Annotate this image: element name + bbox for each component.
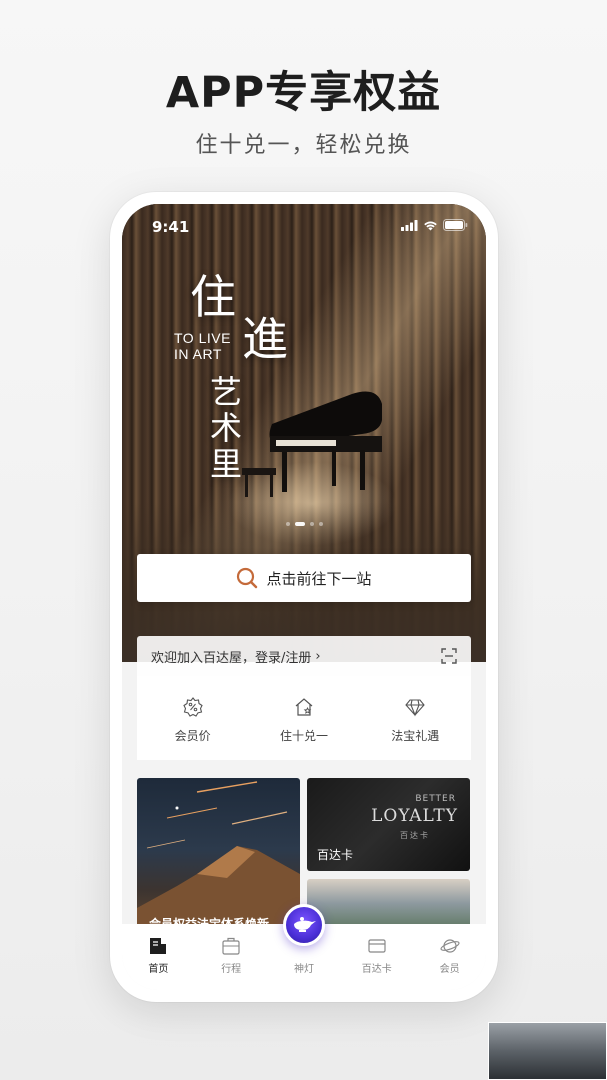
status-bar: 9:41 (122, 204, 486, 248)
house-star-icon (295, 697, 313, 716)
signal-icon (401, 219, 418, 231)
quick-action-member-price[interactable]: 会员价 (143, 696, 243, 744)
hero-title-char: 住 (190, 270, 236, 324)
hero-subtitle-char: 术 (210, 409, 243, 447)
hero-subtitle-char: 艺 (210, 373, 243, 411)
magic-lamp-icon (294, 917, 316, 932)
search-icon (237, 567, 258, 589)
tab-trips[interactable]: 行程 (201, 936, 261, 975)
quick-action-label: 会员价 (174, 728, 211, 743)
carousel-indicator[interactable] (122, 522, 486, 526)
login-prompt[interactable]: 欢迎加入百达屋，登录/注册 › (137, 636, 471, 676)
hero-title-char: 進 (242, 312, 288, 366)
status-icons (401, 219, 468, 231)
hero-english-line: IN ART (174, 346, 222, 362)
carousel-dot-active[interactable] (294, 522, 305, 526)
tab-card[interactable]: 百达卡 (347, 936, 407, 975)
tab-label: 行程 (221, 964, 242, 975)
home-icon (150, 938, 167, 954)
search-button[interactable]: 点击前往下一站 (137, 554, 471, 602)
loyalty-top-text: BETTER (415, 794, 456, 804)
wifi-icon (424, 221, 437, 230)
search-label: 点击前往下一站 (266, 569, 372, 588)
tab-home[interactable]: 首页 (128, 936, 188, 975)
login-prompt-text: 欢迎加入百达屋，登录/注册 (151, 650, 312, 666)
tab-label: 百达卡 (361, 964, 392, 975)
phone-frame: 9:41 住 進 TO LIVE IN ART 艺 术 里 点击前往下一站 欢迎… (110, 192, 498, 1002)
loyalty-main-text: LOYALTY (371, 806, 458, 826)
tab-label: 会员 (439, 964, 460, 975)
status-time: 9:41 (152, 218, 190, 236)
promo-card-loyalty[interactable]: BETTER LOYALTY 百达卡 百达卡 (307, 778, 470, 871)
luggage-icon (222, 937, 240, 955)
hero-subtitle-char: 里 (210, 445, 243, 483)
chevron-right-icon: › (315, 648, 321, 664)
planet-icon (440, 939, 460, 953)
quick-action-label: 住十兑一 (279, 728, 328, 743)
carousel-dot[interactable] (309, 522, 314, 526)
tab-label: 神灯 (293, 964, 314, 975)
promo-subline: 住十兑一，轻松兑换 (195, 133, 412, 158)
grand-piano-illustration (242, 391, 382, 497)
quick-actions: 会员价 住十兑一 法宝礼遇 (137, 676, 471, 760)
hero-english-line: TO LIVE (174, 330, 231, 346)
phone-screen: 9:41 住 進 TO LIVE IN ART 艺 术 里 点击前往下一站 欢迎… (122, 204, 486, 990)
quick-action-stay-ten[interactable]: 住十兑一 (254, 697, 354, 744)
card-icon (368, 939, 386, 953)
carousel-dot[interactable] (318, 522, 323, 526)
magic-lamp-button[interactable] (283, 904, 325, 946)
loyalty-sub-text: 百达卡 (400, 831, 430, 840)
meteor-mountain-illustration (137, 781, 300, 938)
battery-icon (443, 219, 468, 231)
quick-action-label: 法宝礼遇 (391, 728, 440, 743)
tab-member[interactable]: 会员 (420, 936, 480, 975)
quick-action-treasure[interactable]: 法宝礼遇 (365, 697, 465, 744)
discount-icon (182, 696, 203, 717)
corner-thumbnail (488, 1022, 607, 1080)
card-caption: 百达卡 (317, 848, 354, 862)
carousel-dot[interactable] (285, 522, 290, 526)
promo-card-membership[interactable]: 会员权益法宝体系焕新 (137, 778, 300, 938)
scan-icon[interactable] (441, 648, 457, 664)
hero-english-text: TO LIVE IN ART (174, 330, 231, 362)
diamond-icon (405, 698, 426, 716)
tab-label: 首页 (148, 964, 169, 975)
promo-headline: APP专享权益 (165, 68, 442, 118)
